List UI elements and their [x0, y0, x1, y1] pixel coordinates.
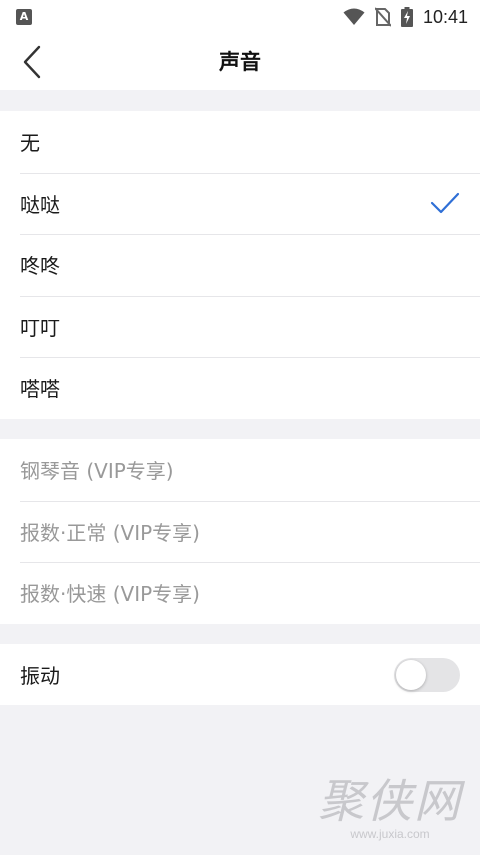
vibration-toggle[interactable]	[394, 657, 460, 692]
sound-option-label: 无	[20, 131, 40, 156]
vip-option-count-normal[interactable]: 报数·正常 (VIP专享)	[0, 500, 480, 563]
sound-option-label: 哒哒	[20, 192, 60, 217]
watermark: 聚侠网 www.juxia.com	[318, 775, 462, 841]
vip-option-count-fast[interactable]: 报数·快速 (VIP专享)	[0, 562, 480, 624]
app-bar: 声音	[0, 34, 480, 90]
vibration-label: 振动	[20, 664, 60, 688]
toggle-knob	[396, 659, 426, 690]
sound-option-dingding[interactable]: 叮叮	[0, 295, 480, 358]
sound-option-tata[interactable]: 嗒嗒	[0, 357, 480, 419]
status-bar: A 10:41	[0, 0, 480, 34]
sound-option-none[interactable]: 无	[0, 111, 480, 173]
vip-sound-options-list: 钢琴音 (VIP专享) 报数·正常 (VIP专享) 报数·快速 (VIP专享)	[0, 439, 480, 624]
vip-option-piano[interactable]: 钢琴音 (VIP专享)	[0, 439, 480, 501]
status-time: 10:41	[422, 6, 468, 27]
vip-option-label: 报数·快速 (VIP专享)	[20, 582, 200, 607]
checkmark-icon	[430, 193, 460, 214]
vibration-row: 振动	[0, 644, 480, 705]
vip-option-label: 报数·正常 (VIP专享)	[20, 520, 200, 545]
chevron-left-icon	[23, 45, 41, 79]
wifi-icon	[343, 8, 365, 25]
sound-option-dongdong[interactable]: 咚咚	[0, 234, 480, 296]
sound-option-label: 咚咚	[20, 254, 60, 279]
sound-option-label: 叮叮	[20, 315, 60, 340]
back-button[interactable]	[12, 42, 52, 82]
notification-app-icon: A	[16, 9, 32, 25]
page-title: 声音	[219, 50, 261, 74]
vip-option-label: 钢琴音 (VIP专享)	[20, 459, 174, 484]
watermark-text: 聚侠网	[318, 774, 462, 828]
watermark-url: www.juxia.com	[350, 827, 430, 841]
sound-options-list: 无 哒哒 咚咚 叮叮 嗒嗒	[0, 111, 480, 419]
battery-charging-icon	[400, 7, 413, 27]
sound-option-dada[interactable]: 哒哒	[0, 172, 480, 235]
vibration-section: 振动	[0, 644, 480, 705]
no-sim-icon	[374, 7, 391, 27]
sound-option-label: 嗒嗒	[20, 377, 60, 402]
status-icons: 10:41	[343, 5, 468, 29]
